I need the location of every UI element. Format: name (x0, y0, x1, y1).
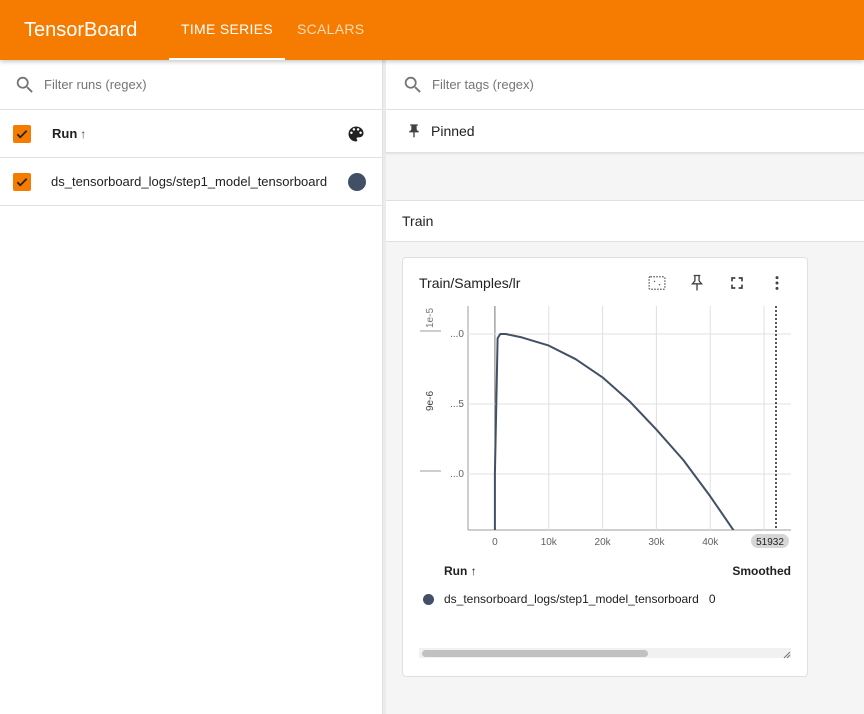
cursor-x-label: 51932 (756, 537, 784, 548)
scalar-card: Train/Samples/lr 0 10k 20k 30k 40k ...0 ...5..… (402, 257, 808, 677)
legend-horizontal-scrollbar[interactable] (419, 648, 791, 658)
arrow-upward-icon[interactable]: ↑ (80, 127, 86, 141)
run-filter (0, 60, 382, 110)
pinned-label: Pinned (431, 123, 475, 139)
check-icon (16, 177, 28, 186)
check-icon (16, 129, 28, 138)
series-line (493, 333, 735, 530)
run-filter-input[interactable] (44, 77, 382, 92)
legend-smoothed-header: Smoothed (732, 564, 791, 578)
card-toolbar (637, 272, 797, 294)
legend-run-header-wrap[interactable]: Run ↑ (444, 564, 477, 578)
run-column-header[interactable]: Run (52, 126, 77, 141)
chart-legend: Run ↑ Smoothed ds_tensorboard_logs/step1… (419, 564, 791, 606)
y-tick-label: ...0 (450, 329, 464, 340)
scrollbar-thumb[interactable] (422, 650, 648, 657)
legend-smoothed-value: 0 (708, 592, 716, 606)
tab-scalars[interactable]: SCALARS (285, 0, 376, 60)
run-checkbox[interactable] (13, 172, 31, 191)
top-app-bar: TensorBoard TIME SERIES SCALARS (0, 0, 864, 60)
line-chart[interactable]: 0 10k 20k 30k 40k ...0 ...5 ...0 1e-5 9e-6 51932 (403, 298, 809, 560)
card-title: Train/Samples/lr (419, 275, 521, 291)
legend-run-name: ds_tensorboard_logs/step1_model_tensorbo… (444, 592, 699, 606)
legend-header: Run ↑ Smoothed (419, 564, 791, 578)
fullscreen-icon (731, 277, 743, 289)
group-title: Train (402, 213, 434, 229)
run-name: ds_tensorboard_logs/step1_model_tensorbo… (51, 174, 328, 189)
card-group-header[interactable]: Train (386, 200, 864, 242)
palette-icon[interactable] (346, 124, 366, 144)
legend-run-header: Run (444, 564, 468, 578)
pin-outline-icon (690, 274, 704, 291)
x-tick-label: 40k (702, 537, 719, 548)
select-all-checkbox[interactable] (13, 124, 31, 143)
tab-time-series[interactable]: TIME SERIES (169, 0, 285, 60)
pinned-section: Pinned (386, 110, 864, 153)
search-icon (404, 76, 421, 93)
resize-handle-icon[interactable] (781, 649, 791, 659)
tag-filter-input[interactable] (432, 77, 864, 92)
pin-card-button[interactable] (677, 272, 717, 294)
fullscreen-button[interactable] (717, 272, 757, 294)
run-row: ds_tensorboard_logs/step1_model_tensorbo… (0, 158, 382, 206)
legend-run-color (423, 593, 434, 605)
x-tick-label: 0 (492, 537, 498, 548)
pin-icon (409, 124, 419, 138)
more-options-button[interactable] (757, 272, 797, 294)
chart-canvas[interactable]: 0 10k 20k 30k 40k ...0 ...5 ...0 1e-5 9e-6 51932 (403, 298, 809, 560)
y-tick-label: ...5 (450, 399, 464, 410)
run-color-swatch[interactable] (348, 173, 366, 191)
tag-filter (386, 60, 864, 110)
y-tick-label: ...0 (450, 469, 464, 480)
legend-row: ds_tensorboard_logs/step1_model_tensorbo… (419, 592, 791, 606)
more-vert-icon (775, 276, 779, 290)
fit-domain-button[interactable] (637, 272, 677, 294)
runs-table-header: Run ↑ (0, 110, 382, 158)
arrow-upward-icon: ↑ (470, 564, 477, 578)
search-icon (16, 76, 33, 93)
main-panel: Pinned Train Train/Samples/lr 0 10k 20k 30k… (386, 60, 864, 714)
y-axis-scale-label: 9e-6 (425, 391, 436, 411)
x-tick-label: 10k (541, 537, 558, 548)
y-axis-scale-label: 1e-5 (425, 308, 436, 328)
fit-to-data-icon (648, 276, 666, 290)
x-tick-label: 30k (648, 537, 665, 548)
x-tick-label: 20k (595, 537, 612, 548)
runs-sidebar: Run ↑ ds_tensorboard_logs/step1_model_te… (0, 60, 383, 714)
app-title[interactable]: TensorBoard (0, 0, 169, 60)
